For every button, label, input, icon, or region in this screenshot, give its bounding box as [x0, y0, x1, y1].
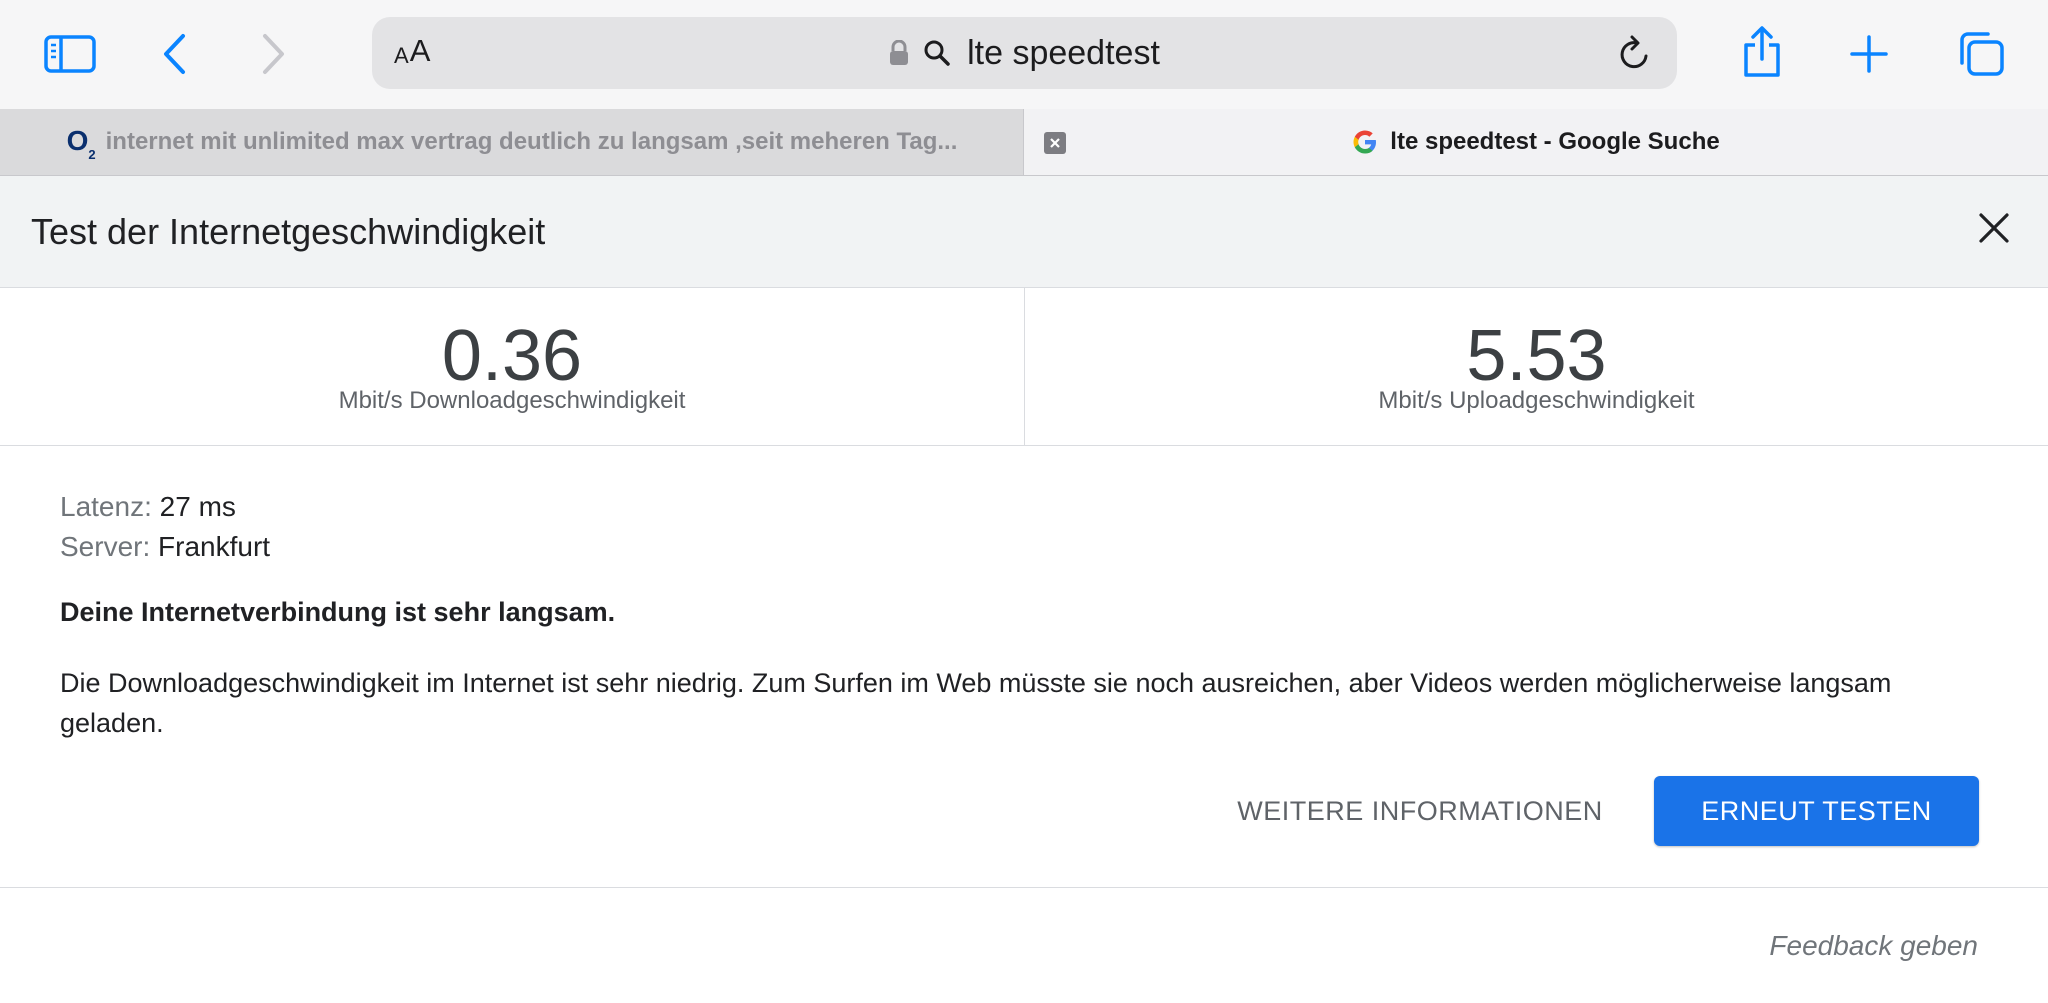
address-bar[interactable]: AA lte speedtest: [372, 17, 1677, 89]
latency-key: Latenz:: [60, 491, 152, 522]
close-icon: [1979, 213, 2009, 243]
server-key: Server:: [60, 531, 151, 562]
server-value: Frankfurt: [158, 531, 271, 562]
plus-icon: [1850, 35, 1888, 73]
speedtest-title: Test der Internetgeschwindigkeit: [31, 211, 546, 252]
aa-small-label: A: [394, 43, 409, 68]
tab-active-content: lte speedtest - Google Suche: [1352, 128, 1720, 156]
speed-verdict: Deine Internetverbindung ist sehr langsa…: [60, 597, 616, 627]
more-info-button[interactable]: WEITERE INFORMATIONEN: [1230, 778, 1610, 844]
chevron-left-icon: [164, 34, 185, 74]
reload-icon: [1620, 35, 1648, 69]
speed-metrics: 0.36 Mbit/s Downloadgeschwindigkeit 5.53…: [0, 288, 2048, 446]
reader-options-button[interactable]: AA: [394, 17, 431, 89]
upload-metric: 5.53 Mbit/s Uploadgeschwindigkeit: [1025, 288, 2048, 445]
close-icon: [1050, 138, 1060, 148]
sidebar-button[interactable]: [40, 28, 100, 80]
latency-line: Latenz: 27 ms: [60, 490, 236, 524]
upload-label: Mbit/s Uploadgeschwindigkeit: [1378, 387, 1695, 414]
o2-logo-sub: 2: [88, 147, 96, 163]
share-icon: [1744, 26, 1780, 77]
reload-button[interactable]: [1615, 33, 1655, 73]
tabs-overview-icon: [1960, 32, 2004, 76]
tab-strip: O2 internet mit unlimited max vertrag de…: [0, 109, 2048, 176]
back-button[interactable]: [150, 28, 200, 80]
tab-close-button[interactable]: [1044, 132, 1066, 154]
tab-title: internet mit unlimited max vertrag deutl…: [105, 128, 958, 155]
lock-icon: [890, 40, 909, 65]
address-content: lte speedtest: [372, 17, 1677, 89]
tab-o2-forum[interactable]: O2 internet mit unlimited max vertrag de…: [0, 109, 1024, 175]
sidebar-icon: [44, 35, 96, 73]
tabs-overview-button[interactable]: [1952, 26, 2010, 82]
google-logo-icon: [1353, 130, 1377, 154]
search-icon: [924, 40, 950, 66]
feedback-link[interactable]: Feedback geben: [1769, 930, 1978, 962]
chevron-right-icon: [263, 34, 284, 74]
o2-logo-letter: O: [66, 124, 89, 156]
speedtest-header: Test der Internetgeschwindigkeit: [0, 176, 2048, 288]
speedtest-close-button[interactable]: [1974, 208, 2014, 248]
latency-value: 27 ms: [159, 491, 236, 522]
server-line: Server: Frankfurt: [60, 530, 270, 564]
retest-button[interactable]: ERNEUT TESTEN: [1654, 776, 1979, 846]
address-text: lte speedtest: [967, 33, 1160, 72]
new-tab-button[interactable]: [1842, 28, 1896, 80]
o2-logo-icon: O2: [66, 124, 96, 163]
tab-title: lte speedtest - Google Suche: [1390, 128, 1720, 155]
browser-toolbar: AA lte speedtest: [0, 0, 2048, 109]
forward-button[interactable]: [248, 28, 298, 80]
tab-google-search[interactable]: lte speedtest - Google Suche: [1024, 109, 2048, 175]
share-button[interactable]: [1736, 22, 1788, 82]
speed-description: Die Downloadgeschwindigkeit im Internet …: [60, 668, 1892, 738]
bottom-divider: [0, 887, 2048, 888]
aa-large-label: A: [409, 33, 431, 68]
download-label: Mbit/s Downloadgeschwindigkeit: [338, 387, 686, 414]
download-metric: 0.36 Mbit/s Downloadgeschwindigkeit: [0, 288, 1024, 445]
